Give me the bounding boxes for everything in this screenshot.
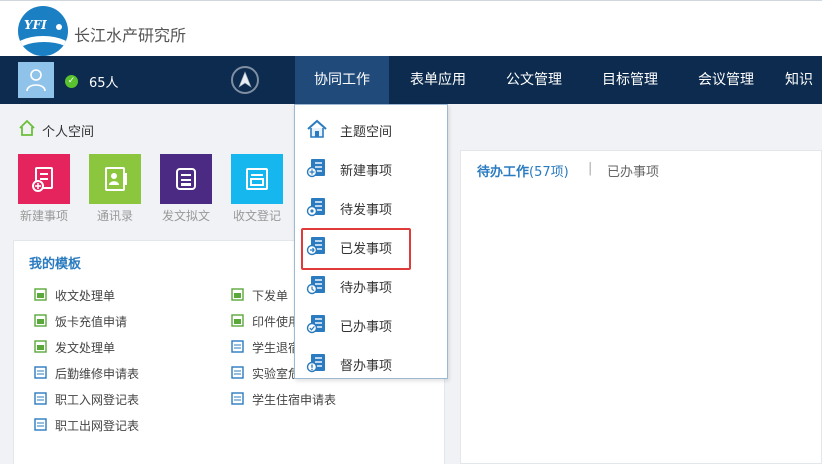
new-item-icon — [32, 167, 53, 192]
form-document-icon — [231, 288, 244, 301]
list-document-icon — [306, 354, 325, 373]
nav-collaborative-work[interactable]: 协同工作 — [295, 56, 389, 104]
work-panel: 待办工作(57项) | 已办事项 — [460, 150, 822, 464]
tile-address-book[interactable] — [89, 154, 141, 204]
list-document-icon — [34, 392, 47, 405]
form-document-icon — [34, 314, 47, 327]
list-document-icon — [306, 198, 325, 217]
nav-meeting-management[interactable]: 会议管理 — [681, 56, 771, 104]
top-header: YFI 长江水产研究所 — [0, 0, 822, 56]
tile-receive-document[interactable] — [231, 154, 283, 204]
draft-document-icon — [176, 168, 196, 190]
home-icon — [19, 119, 35, 136]
list-document-icon — [231, 392, 244, 405]
tile-label-new-item[interactable]: 新建事项 — [13, 207, 75, 224]
nav-goal-management[interactable]: 目标管理 — [585, 56, 675, 104]
receive-document-icon — [246, 168, 268, 190]
menu-item-pending-todo[interactable]: 待办事项 — [295, 272, 447, 298]
form-document-icon — [231, 314, 244, 327]
menu-item-supervise-items[interactable]: 督办事项 — [295, 350, 447, 376]
list-document-icon — [306, 159, 325, 178]
tile-draft-document[interactable] — [160, 154, 212, 204]
list-document-icon — [34, 366, 47, 379]
menu-item-pending-send[interactable]: 待发事项 — [295, 194, 447, 220]
online-user-count[interactable]: 65人 — [89, 72, 119, 91]
nav-knowledge[interactable]: 知识 — [785, 56, 822, 104]
list-document-icon — [231, 340, 244, 353]
list-document-icon — [306, 315, 325, 334]
tab-pending-work[interactable]: 待办工作(57项) — [477, 161, 569, 180]
tile-label-receive-document[interactable]: 收文登记 — [226, 207, 288, 224]
tile-label-address-book[interactable]: 通讯录 — [84, 207, 146, 224]
address-book-icon — [105, 167, 127, 191]
nav-document-management[interactable]: 公文管理 — [489, 56, 579, 104]
main-navbar: ✓ 65人 协同工作 表单应用 公文管理 目标管理 会议管理 知识 — [0, 56, 822, 104]
tab-done-items[interactable]: 已办事项 — [607, 161, 659, 180]
yfi-logo-icon: YFI — [18, 6, 68, 56]
form-document-icon — [34, 288, 47, 301]
pending-count: (57项) — [529, 165, 569, 180]
nav-form-apps[interactable]: 表单应用 — [393, 56, 483, 104]
personal-space-label: 个人空间 — [42, 125, 95, 140]
organization-name: 长江水产研究所 — [74, 26, 187, 45]
user-avatar-icon[interactable] — [18, 62, 54, 98]
form-document-icon — [34, 340, 47, 353]
list-document-icon — [306, 276, 325, 295]
list-document-icon — [34, 418, 47, 431]
my-templates-title: 我的模板 — [29, 257, 82, 272]
theme-space-icon — [307, 119, 327, 138]
navigation-arrow-icon[interactable] — [231, 66, 259, 94]
tab-separator: | — [588, 161, 593, 176]
menu-item-new-item[interactable]: 新建事项 — [295, 155, 447, 181]
highlight-box — [301, 228, 411, 270]
online-check-icon: ✓ — [65, 75, 78, 88]
logo-text: YFI — [24, 18, 47, 32]
list-document-icon — [231, 366, 244, 379]
tile-label-draft-document[interactable]: 发文拟文 — [155, 207, 217, 224]
menu-item-theme-space[interactable]: 主题空间 — [295, 116, 447, 142]
tile-new-item[interactable] — [18, 154, 70, 204]
menu-item-done-items[interactable]: 已办事项 — [295, 311, 447, 337]
